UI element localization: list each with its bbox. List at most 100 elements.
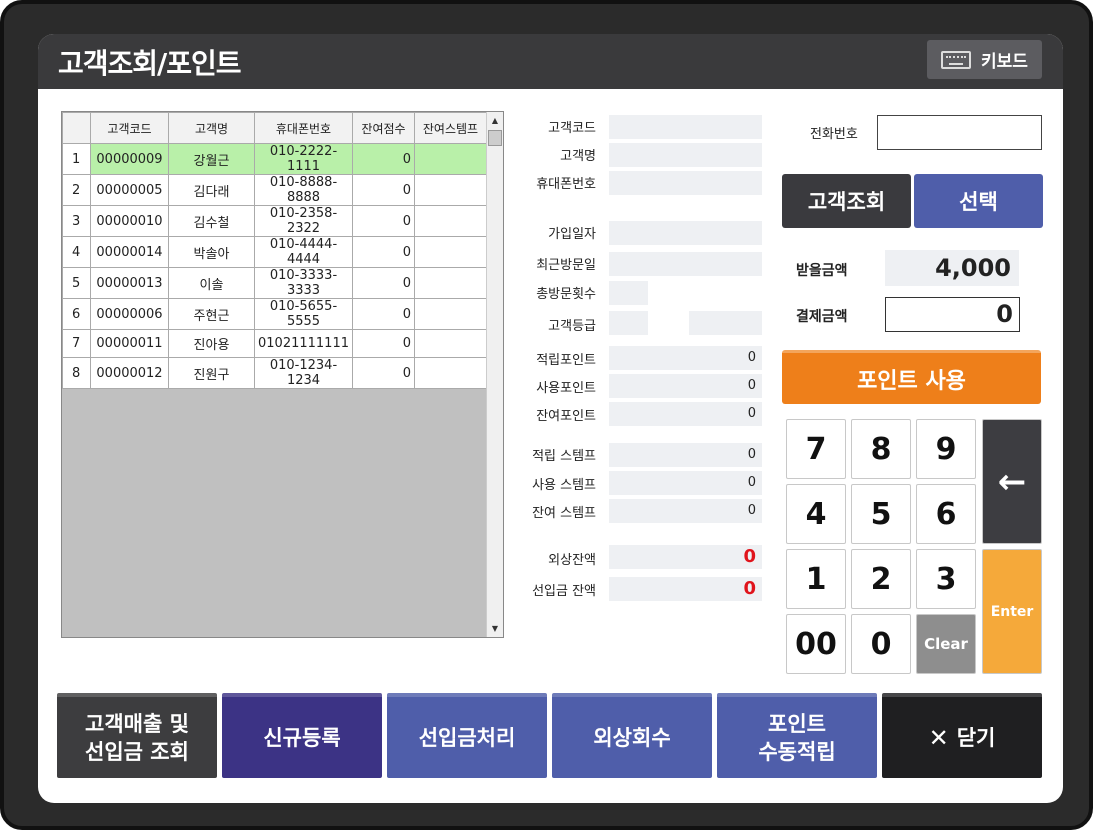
cell-phone[interactable]: 010-2358-2322 (254, 205, 353, 237)
keyboard-button[interactable]: 키보드 (927, 40, 1042, 79)
backspace-key[interactable]: ← (982, 419, 1042, 544)
customer-grid[interactable]: 고객코드 고객명 휴대폰번호 잔여점수 잔여스템프 1 00000009 강월근 01… (61, 111, 504, 638)
cell-stamps[interactable] (414, 329, 487, 358)
key-4[interactable]: 4 (786, 484, 846, 544)
scroll-thumb[interactable] (488, 130, 502, 146)
scroll-up-icon[interactable]: ▲ (487, 112, 503, 129)
cell-name[interactable]: 박솔아 (168, 236, 255, 268)
cell-no[interactable]: 7 (62, 329, 91, 358)
cell-name[interactable]: 김수철 (168, 205, 255, 237)
cell-points[interactable]: 0 (352, 329, 415, 358)
table-row[interactable]: 5 00000013 이솔 010-3333-3333 0 (62, 267, 487, 299)
cell-points[interactable]: 0 (352, 357, 415, 389)
grid-scrollbar[interactable]: ▲ ▼ (486, 112, 503, 637)
cell-no[interactable]: 2 (62, 174, 91, 206)
cell-phone[interactable]: 01021111111 (254, 329, 353, 358)
key-9[interactable]: 9 (916, 419, 976, 479)
cell-code[interactable]: 00000013 (90, 267, 169, 299)
cell-phone[interactable]: 010-1234-1234 (254, 357, 353, 389)
key-8[interactable]: 8 (851, 419, 911, 479)
use-points-button[interactable]: 포인트 사용 (782, 350, 1041, 404)
join-date-field (609, 221, 762, 245)
key-3[interactable]: 3 (916, 549, 976, 609)
column-header-points[interactable]: 잔여점수 (352, 112, 415, 144)
cell-stamps[interactable] (414, 236, 487, 268)
cell-stamps[interactable] (414, 357, 487, 389)
phone-label: 휴대폰번호 (536, 177, 596, 192)
cell-phone[interactable]: 010-8888-8888 (254, 174, 353, 206)
key-5[interactable]: 5 (851, 484, 911, 544)
cell-no[interactable]: 4 (62, 236, 91, 268)
column-header-name[interactable]: 고객명 (168, 112, 255, 144)
select-button[interactable]: 선택 (914, 174, 1043, 228)
key-6[interactable]: 6 (916, 484, 976, 544)
prepaid-process-button[interactable]: 선입금처리 (387, 693, 547, 778)
column-header-code[interactable]: 고객코드 (90, 112, 169, 144)
table-row[interactable]: 2 00000005 김다래 010-8888-8888 0 (62, 174, 487, 206)
new-register-button[interactable]: 신규등록 (222, 693, 382, 778)
cell-points[interactable]: 0 (352, 205, 415, 237)
credit-collect-button[interactable]: 외상회수 (552, 693, 712, 778)
cell-code[interactable]: 00000005 (90, 174, 169, 206)
search-phone-input[interactable] (877, 115, 1042, 150)
manual-points-button[interactable]: 포인트 수동적립 (717, 693, 877, 778)
customer-sales-button[interactable]: 고객매출 및 선입금 조회 (57, 693, 217, 778)
cell-no[interactable]: 3 (62, 205, 91, 237)
scroll-down-icon[interactable]: ▼ (487, 620, 503, 637)
cell-code[interactable]: 00000012 (90, 357, 169, 389)
remaining-points-label: 잔여포인트 (536, 409, 596, 424)
cell-stamps[interactable] (414, 174, 487, 206)
key-7[interactable]: 7 (786, 419, 846, 479)
cell-code[interactable]: 00000006 (90, 298, 169, 330)
cell-no[interactable]: 8 (62, 357, 91, 389)
search-phone-label: 전화번호 (810, 127, 858, 142)
cell-stamps[interactable] (414, 143, 487, 175)
table-row[interactable]: 1 00000009 강월근 010-2222-1111 0 (62, 143, 487, 175)
column-header-stamps[interactable]: 잔여스템프 (414, 112, 487, 144)
cell-no[interactable]: 6 (62, 298, 91, 330)
credit-balance-field: 0 (609, 545, 762, 569)
key-0[interactable]: 0 (851, 614, 911, 674)
cell-phone[interactable]: 010-4444-4444 (254, 236, 353, 268)
cell-name[interactable]: 진원구 (168, 357, 255, 389)
cell-code[interactable]: 00000011 (90, 329, 169, 358)
cell-points[interactable]: 0 (352, 267, 415, 299)
enter-key[interactable]: Enter (982, 549, 1042, 674)
cell-no[interactable]: 1 (62, 143, 91, 175)
cell-stamps[interactable] (414, 267, 487, 299)
cell-points[interactable]: 0 (352, 298, 415, 330)
customer-lookup-button[interactable]: 고객조회 (782, 174, 911, 228)
close-button[interactable]: ✕ 닫기 (882, 693, 1042, 778)
customer-table: 고객코드 고객명 휴대폰번호 잔여점수 잔여스템프 1 00000009 강월근 01… (62, 112, 487, 389)
cell-name[interactable]: 주현근 (168, 298, 255, 330)
key-2[interactable]: 2 (851, 549, 911, 609)
cell-no[interactable]: 5 (62, 267, 91, 299)
table-row[interactable]: 3 00000010 김수철 010-2358-2322 0 (62, 205, 487, 237)
customer-sales-line2: 선입금 조회 (85, 739, 189, 764)
cell-name[interactable]: 이솔 (168, 267, 255, 299)
table-row[interactable]: 8 00000012 진원구 010-1234-1234 0 (62, 357, 487, 389)
payment-label: 결제금액 (796, 309, 848, 325)
cell-code[interactable]: 00000009 (90, 143, 169, 175)
cell-stamps[interactable] (414, 298, 487, 330)
table-row[interactable]: 4 00000014 박솔아 010-4444-4444 0 (62, 236, 487, 268)
cell-points[interactable]: 0 (352, 174, 415, 206)
cell-name[interactable]: 진아용 (168, 329, 255, 358)
cell-name[interactable]: 강월근 (168, 143, 255, 175)
cell-phone[interactable]: 010-3333-3333 (254, 267, 353, 299)
key-clear[interactable]: Clear (916, 614, 976, 674)
key-00[interactable]: 00 (786, 614, 846, 674)
column-header-phone[interactable]: 휴대폰번호 (254, 112, 353, 144)
cell-code[interactable]: 00000014 (90, 236, 169, 268)
cell-points[interactable]: 0 (352, 143, 415, 175)
cell-phone[interactable]: 010-5655-5555 (254, 298, 353, 330)
table-row[interactable]: 6 00000006 주현근 010-5655-5555 0 (62, 298, 487, 330)
cell-name[interactable]: 김다래 (168, 174, 255, 206)
cell-stamps[interactable] (414, 205, 487, 237)
cell-phone[interactable]: 010-2222-1111 (254, 143, 353, 175)
key-1[interactable]: 1 (786, 549, 846, 609)
payment-amount-field[interactable]: 0 (885, 297, 1020, 332)
table-row[interactable]: 7 00000011 진아용 01021111111 0 (62, 329, 487, 358)
cell-code[interactable]: 00000010 (90, 205, 169, 237)
cell-points[interactable]: 0 (352, 236, 415, 268)
